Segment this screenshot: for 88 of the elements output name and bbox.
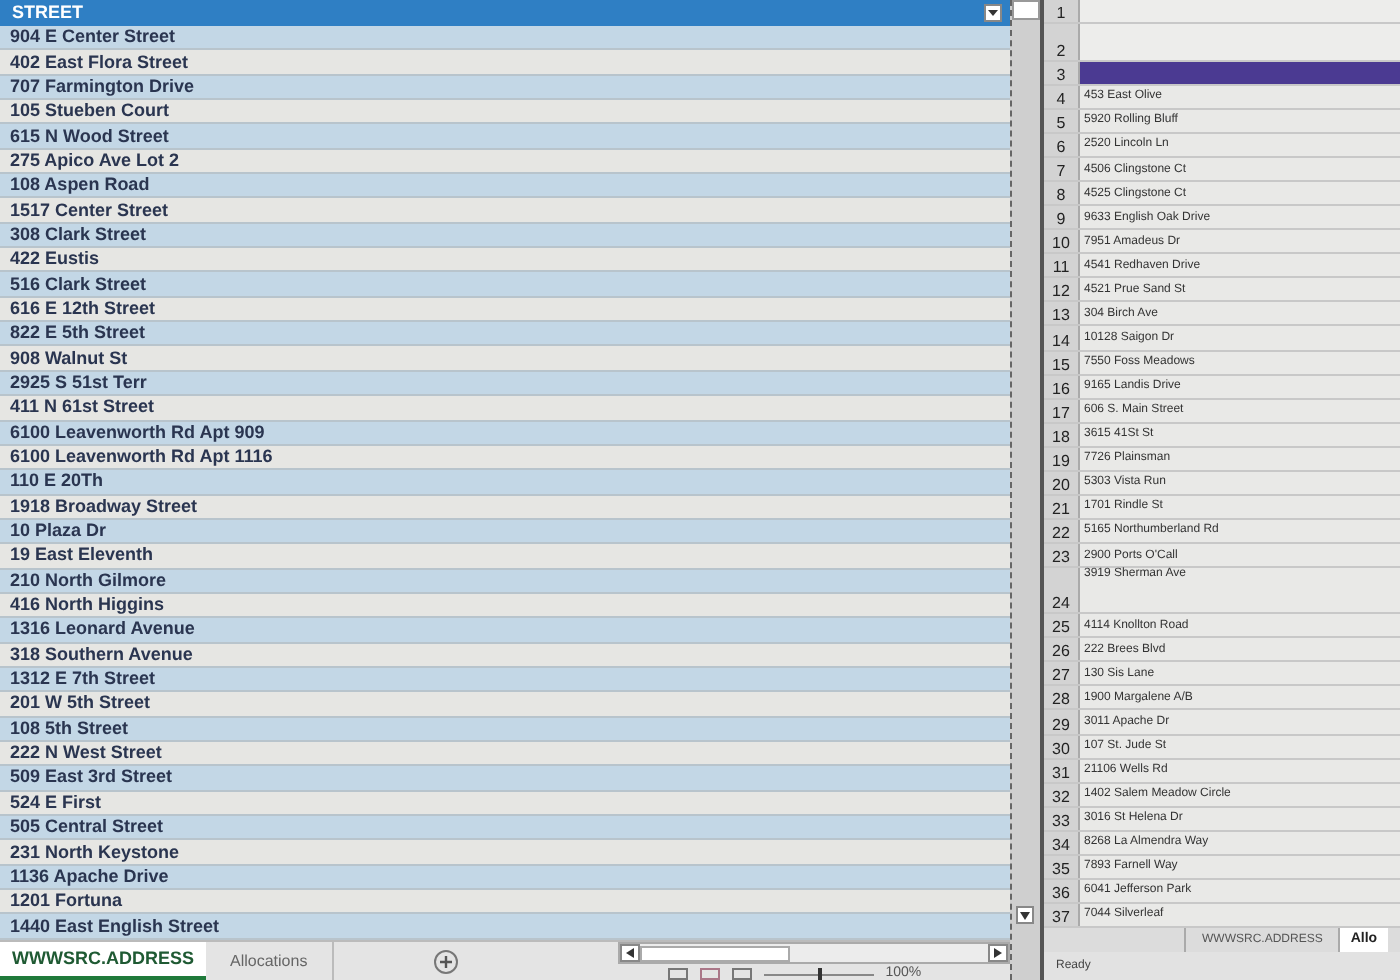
scrollbar-thumb[interactable] [639,945,790,961]
table-cell: 1316 Leonard Avenue [0,618,1010,644]
row-number: 36 [1044,879,1080,902]
row-number: 3 [1044,61,1080,84]
row-number: 8 [1044,182,1080,205]
sheet-tab[interactable]: Allocations [206,942,334,980]
row-number: 11 [1044,254,1080,277]
table-cell: 308 Clark Street [0,223,1010,249]
row-number: 30 [1044,735,1080,758]
table-cell: 707 Farmington Drive [0,75,1010,101]
row-number: 6 [1044,133,1080,157]
row-number: 31 [1044,759,1080,782]
scroll-up-button[interactable] [1012,0,1040,20]
row-number: 16 [1044,375,1080,398]
table-cell: 105 Stueben Court [0,100,1010,125]
table-cell: 505 Central Street [0,816,1010,841]
add-sheet-icon[interactable] [433,949,458,973]
page-break-icon[interactable] [731,968,752,980]
row-number: 4 [1044,85,1080,108]
row-number: 33 [1044,807,1080,830]
table-cell: 416 North Higgins [0,593,1010,619]
scroll-left-icon[interactable] [619,944,640,962]
table-cell: 1440 East English Street [0,914,1010,940]
row-number: 13 [1044,302,1080,325]
row-number: 14 [1044,326,1080,350]
row-number: 19 [1044,447,1080,470]
table-cell: 1312 E 7th Street [0,667,1010,693]
table-cell: 108 Aspen Road [0,174,1010,199]
table-cell: 615 N Wood Street [0,124,1010,150]
table-cell: 908 Walnut St [0,346,1010,372]
row-number: 5 [1044,109,1080,132]
table-cell: 6100 Leavenworth Rd Apt 1116 [0,445,1010,471]
table-cell: 201 W 5th Street [0,692,1010,718]
row-number: 29 [1044,710,1080,734]
sheet-tab[interactable]: WWWSRC.ADDRESS [0,942,206,980]
row-number: 20 [1044,471,1080,494]
row-number: 27 [1044,662,1080,685]
row-number: 9 [1044,206,1080,229]
row-number: 21 [1044,495,1080,518]
row-number: 35 [1044,855,1080,878]
table-cell: 19 East Eleventh [0,544,1010,570]
scroll-right-icon[interactable] [988,944,1008,962]
table-cell: 1201 Fortuna [0,890,1010,915]
table-cell: 110 E 20Th [0,470,1010,496]
filter-dropdown-icon[interactable] [984,4,1002,22]
row-number: 7 [1044,158,1080,181]
table-cell: 1136 Apache Drive [0,865,1010,891]
table-cell: 1918 Broadway Street [0,495,1010,520]
row-number: 34 [1044,831,1080,854]
row-number: 17 [1044,399,1080,422]
row-number: 23 [1044,544,1080,567]
row-number: 24 [1044,568,1080,613]
page-layout-icon[interactable] [699,968,720,980]
table-cell: 904 E Center Street [0,26,1010,51]
table-cell: 2925 S 51st Terr [0,371,1010,397]
normal-view-icon[interactable] [667,968,688,980]
scroll-down-icon[interactable] [1016,906,1034,924]
table-cell: 108 5th Street [0,717,1010,742]
table-cell: 524 E First [0,791,1010,816]
row-number: 12 [1044,278,1080,301]
table-cell: 318 Southern Avenue [0,643,1010,668]
table-cell: 210 North Gilmore [0,569,1010,594]
table-cell: 516 Clark Street [0,272,1010,298]
row-number: 18 [1044,423,1080,446]
table-cell: 422 Eustis [0,248,1010,273]
row-number: 32 [1044,783,1080,806]
table-cell: 402 East Flora Street [0,50,1010,76]
table-cell: 231 North Keystone [0,840,1010,866]
table-cell: 10 Plaza Dr [0,519,1010,545]
row-number: 1 [1044,0,1080,23]
table-cell: 822 E 5th Street [0,322,1010,347]
row-number: 25 [1044,614,1080,637]
column-header: STREET [12,0,84,26]
table-cell: 411 N 61st Street [0,396,1010,421]
table-cell: 1517 Center Street [0,198,1010,224]
row-number: 15 [1044,351,1080,374]
row-number: 22 [1044,519,1080,543]
row-number: 10 [1044,230,1080,253]
table-cell: 616 E 12th Street [0,297,1010,323]
row-number: 37 [1044,903,1080,927]
table-cell: 509 East 3rd Street [0,766,1010,792]
table-cell: 275 Apico Ave Lot 2 [0,149,1010,175]
table-cell: 6100 Leavenworth Rd Apt 909 [0,421,1010,446]
table-cell: 222 N West Street [0,741,1010,767]
row-number: 2 [1044,24,1080,60]
row-number: 28 [1044,686,1080,709]
row-number: 26 [1044,638,1080,661]
zoom-slider-thumb[interactable] [818,967,823,980]
